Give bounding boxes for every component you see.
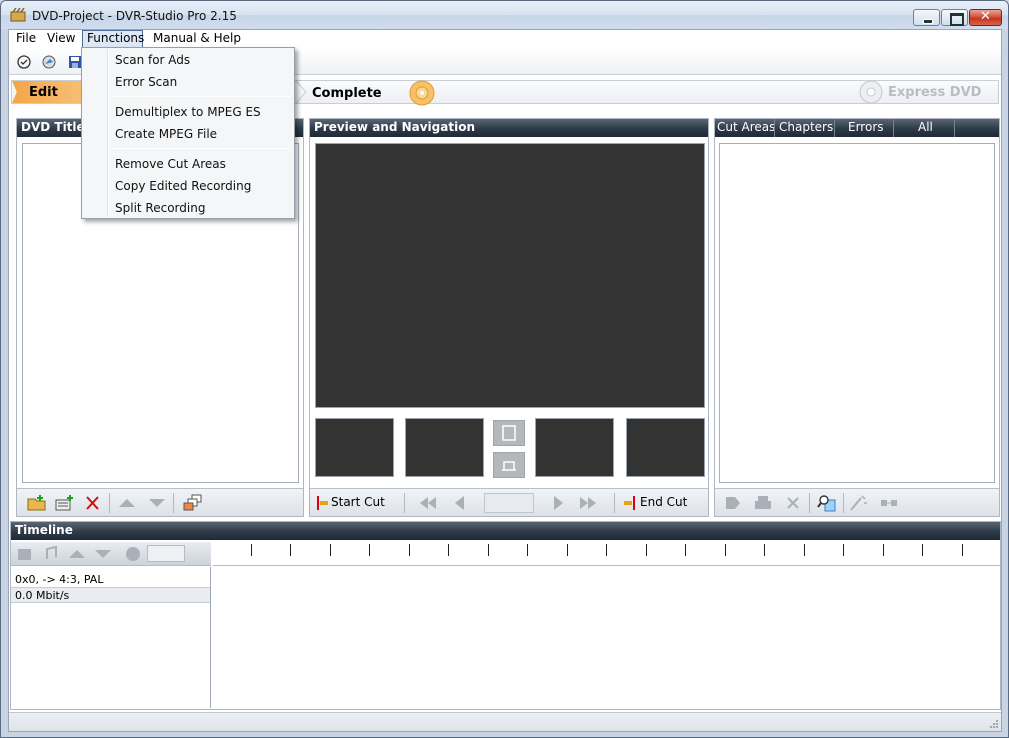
frame-icon	[502, 425, 516, 441]
end-cut-button[interactable]: End Cut	[620, 491, 700, 515]
menu-item-create-mpeg[interactable]: Create MPEG File	[84, 124, 292, 146]
audio-track-icon[interactable]	[41, 545, 61, 563]
express-dvd-button[interactable]: Express DVD	[857, 80, 995, 104]
timeline-header: Timeline	[11, 522, 1000, 540]
thumbnail-2[interactable]	[405, 418, 484, 477]
fast-rewind-icon[interactable]	[418, 494, 438, 512]
disc-icon[interactable]	[407, 80, 437, 106]
end-cut-icon	[624, 496, 635, 510]
cut-areas-list[interactable]	[719, 143, 995, 483]
close-icon: ✕	[980, 9, 991, 24]
move-up-icon[interactable]	[117, 494, 137, 512]
functions-dropdown: Scan for Ads Error Scan Demultiplex to M…	[81, 47, 295, 219]
tab-errors[interactable]: Errors	[848, 120, 884, 134]
menu-functions[interactable]: Functions	[82, 30, 144, 48]
step-forward-icon[interactable]	[548, 494, 568, 512]
menu-file[interactable]: File	[11, 30, 41, 48]
remove-icon[interactable]	[783, 494, 803, 512]
step-arrow-icon	[295, 81, 307, 103]
delete-icon[interactable]	[83, 494, 103, 512]
split-icon[interactable]	[879, 494, 899, 512]
thumbnail-1[interactable]	[315, 418, 394, 477]
track-down-icon[interactable]	[93, 545, 113, 563]
close-button[interactable]: ✕	[969, 9, 1002, 26]
timeline-ruler[interactable]	[213, 542, 1000, 566]
resize-grip-icon[interactable]	[989, 719, 999, 729]
preview-header: Preview and Navigation	[310, 119, 708, 137]
menu-manual-help[interactable]: Manual & Help	[148, 30, 246, 48]
add-folder-icon[interactable]	[27, 494, 47, 512]
menu-item-scan-for-ads[interactable]: Scan for Ads	[84, 50, 292, 72]
search-clip-icon[interactable]	[817, 494, 837, 512]
application-window: DVD-Project - DVR-Studio Pro 2.15 ✕ File…	[0, 0, 1009, 738]
app-icon	[10, 8, 26, 22]
menu-bar: File View Functions Manual & Help	[9, 30, 1001, 48]
video-format-label: 0x0, -> 4:3, PAL	[15, 573, 104, 586]
frame-set-button[interactable]	[493, 452, 525, 478]
thumbnail-4[interactable]	[626, 418, 705, 477]
menu-item-demultiplex[interactable]: Demultiplex to MPEG ES	[84, 102, 292, 124]
step-back-icon[interactable]	[450, 494, 470, 512]
menu-item-copy-edited[interactable]: Copy Edited Recording	[84, 176, 292, 198]
start-cut-button[interactable]: Start Cut	[314, 491, 394, 515]
preview-toolbar: Start Cut End Cut	[310, 488, 708, 516]
timeline-track-info: 0x0, -> 4:3, PAL 0.0 Mbit/s	[11, 567, 211, 708]
step-edit[interactable]: Edit	[12, 81, 92, 103]
merge-titles-icon[interactable]	[183, 494, 203, 512]
tab-chapters[interactable]: Chapters	[779, 120, 833, 134]
video-track-icon[interactable]	[15, 545, 35, 563]
zoom-field[interactable]	[147, 545, 185, 562]
timeline-panel: Timeline 0x0, -> 4:3, PAL 0.0 Mbit/s	[10, 521, 1001, 710]
add-title-icon[interactable]	[55, 494, 75, 512]
tab-all[interactable]: All	[918, 120, 933, 134]
fast-forward-icon[interactable]	[578, 494, 598, 512]
track-up-icon[interactable]	[67, 545, 87, 563]
menu-view[interactable]: View	[42, 30, 80, 48]
cut-areas-toolbar	[715, 488, 999, 516]
tab-cut-areas[interactable]: Cut Areas	[717, 120, 775, 134]
menu-item-split-recording[interactable]: Split Recording	[84, 198, 292, 220]
start-cut-icon	[317, 496, 328, 510]
maximize-button[interactable]	[941, 9, 968, 26]
move-down-icon[interactable]	[147, 494, 167, 512]
check-icon[interactable]	[16, 54, 32, 70]
frame-position-field[interactable]	[484, 493, 534, 513]
thumbnail-3[interactable]	[535, 418, 614, 477]
print-icon[interactable]	[753, 494, 773, 512]
menu-item-remove-cut-areas[interactable]: Remove Cut Areas	[84, 154, 292, 176]
title-bar[interactable]: DVD-Project - DVR-Studio Pro 2.15 ✕	[1, 1, 1008, 29]
timeline-track-area[interactable]	[213, 567, 1000, 708]
open-project-icon[interactable]	[41, 54, 57, 70]
minimize-button[interactable]	[913, 9, 940, 26]
timeline-toolbar	[11, 542, 211, 566]
status-bar	[9, 712, 1001, 731]
menu-item-error-scan[interactable]: Error Scan	[84, 72, 292, 94]
cut-areas-panel: Cut Areas Chapters Errors All	[714, 118, 1000, 517]
step-complete[interactable]: Complete	[312, 86, 382, 101]
express-disc-icon	[859, 80, 883, 104]
scissors-icon[interactable]	[723, 494, 743, 512]
frame-refresh-button[interactable]	[493, 420, 525, 446]
cut-tabs: Cut Areas Chapters Errors All	[715, 119, 999, 137]
magic-tool-icon[interactable]	[849, 494, 869, 512]
titles-toolbar	[17, 488, 303, 516]
frame-edit-icon	[502, 461, 516, 471]
video-preview[interactable]	[315, 143, 705, 408]
zoom-icon[interactable]	[123, 545, 143, 563]
window-title: DVD-Project - DVR-Studio Pro 2.15	[32, 9, 237, 23]
preview-navigation-panel: Preview and Navigation Start Cut End Cut	[309, 118, 709, 517]
bitrate-label: 0.0 Mbit/s	[11, 587, 210, 603]
